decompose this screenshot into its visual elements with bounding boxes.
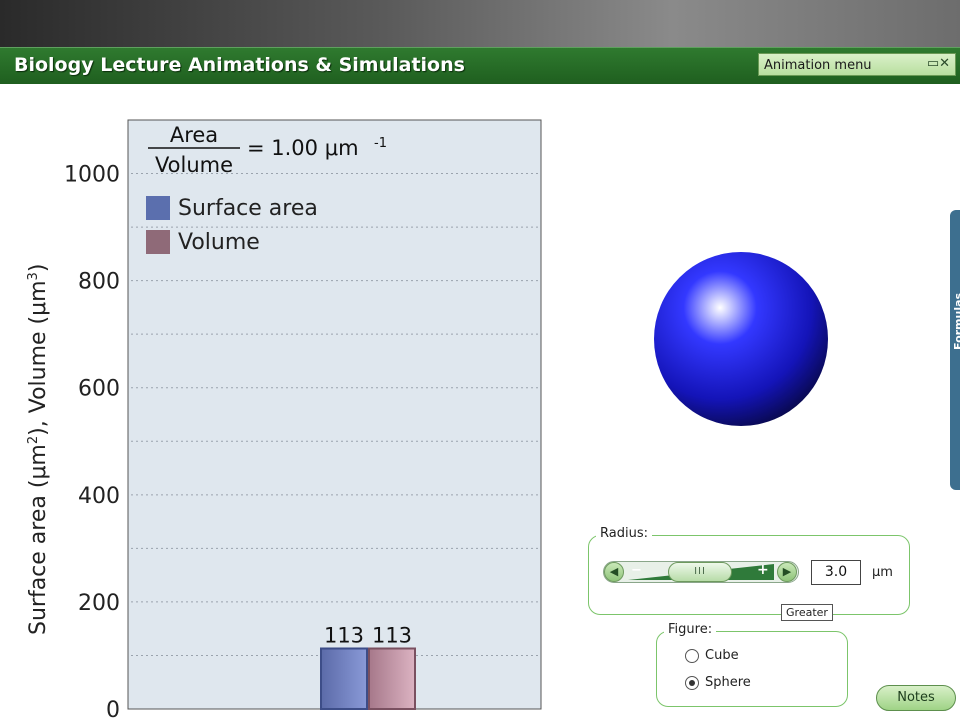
slider-tooltip: Greater xyxy=(781,604,833,621)
bar-chart: 0 200 400 600 800 1000 113 113 Area Volume = 1… xyxy=(26,119,542,723)
radius-slider-thumb[interactable]: III xyxy=(668,562,732,582)
slider-right-arrow-button[interactable]: ▶ xyxy=(777,562,797,582)
animation-menu-label: Animation menu xyxy=(764,58,872,73)
y-axis-label-part2: ), Volume (μm xyxy=(26,280,51,435)
y-axis-label-sup1: 2 xyxy=(26,436,41,444)
notes-button[interactable]: Notes xyxy=(876,685,956,711)
y-tick-label: 600 xyxy=(78,377,120,402)
y-tick-label: 0 xyxy=(106,698,120,720)
radio-sphere[interactable] xyxy=(685,676,699,690)
window-icons: ▭✕ xyxy=(926,56,950,71)
radio-cube[interactable] xyxy=(685,649,699,663)
ratio-exponent: -1 xyxy=(374,136,387,151)
ratio-denominator: Volume xyxy=(155,153,233,177)
slider-minus-icon: − xyxy=(631,563,642,578)
slider-plus-icon: + xyxy=(757,562,769,578)
radius-unit: μm xyxy=(872,565,893,580)
bar-volume xyxy=(368,647,416,711)
y-axis-label-part3: ) xyxy=(26,264,51,273)
slider-left-arrow-button[interactable]: ◀ xyxy=(604,562,624,582)
legend-label-volume: Volume xyxy=(178,230,260,255)
tick-labels: 0 200 400 600 800 1000 xyxy=(64,163,120,723)
figure-legend: Figure: xyxy=(664,622,717,637)
y-tick-label: 1000 xyxy=(64,163,120,188)
bar-surface-area xyxy=(320,647,368,711)
animation-menu-button[interactable]: Animation menu ▭✕ xyxy=(758,53,956,76)
y-axis-label-part1: Surface area (μm xyxy=(26,444,51,635)
sphere-shape xyxy=(654,252,828,426)
bar-value-label: 113 xyxy=(324,623,364,647)
y-axis-label-sup2: 3 xyxy=(26,272,41,280)
radio-label-cube[interactable]: Cube xyxy=(705,648,739,663)
formulas-tab-label: Formulas xyxy=(952,292,960,350)
radius-input[interactable]: 3.0 xyxy=(811,560,861,585)
radius-legend: Radius: xyxy=(596,526,652,541)
legend-swatch-surface xyxy=(146,196,170,220)
ratio-numerator: Area xyxy=(170,123,218,147)
y-tick-label: 400 xyxy=(78,484,120,509)
y-tick-label: 800 xyxy=(78,270,120,295)
top-banner xyxy=(0,0,960,50)
app-title: Biology Lecture Animations & Simulations xyxy=(14,54,465,76)
ratio-value: = 1.00 μm xyxy=(247,136,359,160)
legend-swatch-volume xyxy=(146,230,170,254)
y-tick-label: 200 xyxy=(78,591,120,616)
bar-value-label: 113 xyxy=(372,623,412,647)
legend-label-surface: Surface area xyxy=(178,196,318,221)
radio-label-sphere[interactable]: Sphere xyxy=(705,675,751,690)
y-axis-label: Surface area (μm2), Volume (μm3) xyxy=(26,264,51,635)
figure-group xyxy=(656,631,848,707)
sphere-figure xyxy=(654,252,828,426)
chart-area: 0 200 400 600 800 1000 113 113 Area Volume = 1… xyxy=(0,100,560,723)
formulas-tab[interactable] xyxy=(950,210,960,490)
